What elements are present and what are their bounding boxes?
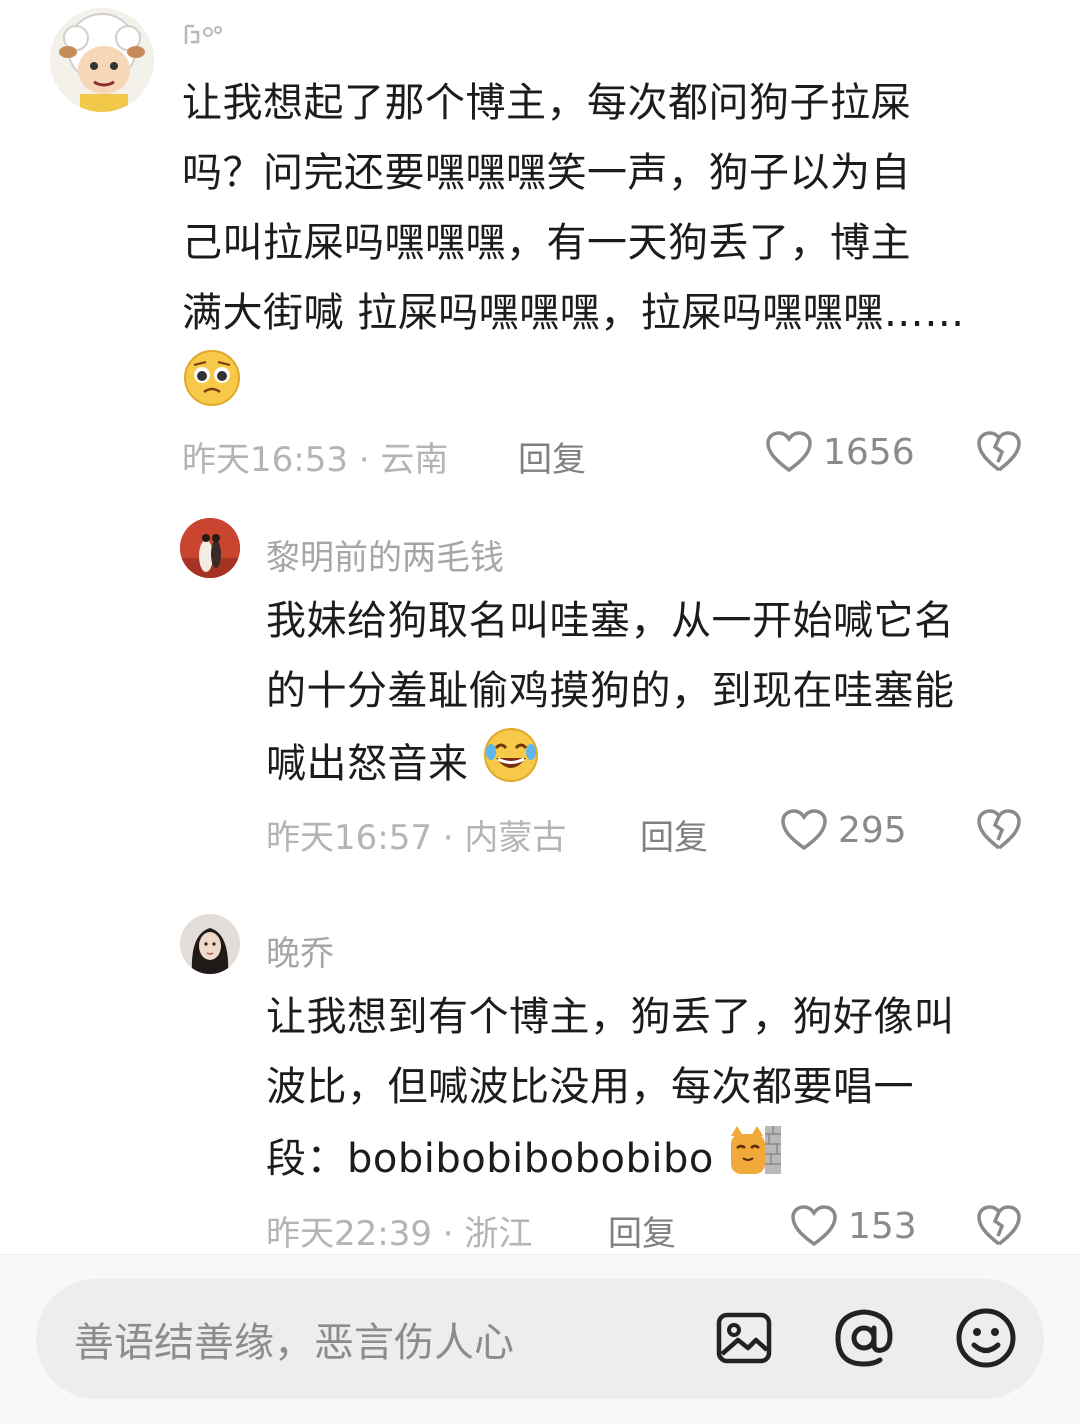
reply-button[interactable]: 回复	[640, 810, 708, 859]
comment-input-placeholder: 善语结善缘，恶言伤人心	[74, 1320, 514, 1366]
like-button[interactable]: 153	[790, 1204, 917, 1248]
like-button[interactable]: 1656	[765, 430, 915, 474]
heart-icon	[781, 809, 827, 851]
emoji-button[interactable]	[954, 1306, 1018, 1374]
comment-line: 让我想到有个博主，狗丢了，狗好像叫	[266, 994, 955, 1040]
mention-button[interactable]	[832, 1306, 896, 1374]
at-sign-icon	[835, 1309, 893, 1367]
like-button[interactable]: 295	[780, 808, 907, 852]
username[interactable]: 黎明前的两毛钱	[266, 530, 504, 579]
comment-line: 我妹给狗取名叫哇塞，从一开始喊它名	[266, 598, 955, 644]
comment-text: 我妹给狗取名叫哇塞，从一开始喊它名 的十分羞耻偷鸡摸狗的，到现在哇塞能 喊出怒音…	[266, 586, 1046, 806]
comment-text: 让我想起了那个博主，每次都问狗子拉屎 吗？问完还要嘿嘿嘿笑一声，狗子以为自 己叫…	[182, 68, 1042, 418]
avatar[interactable]	[50, 8, 154, 112]
heart-icon	[766, 431, 812, 473]
like-count: 1656	[823, 431, 915, 473]
comment-line: 满大街喊 拉屎吗嘿嘿嘿，拉屎吗嘿嘿嘿……	[182, 290, 965, 336]
avatar[interactable]	[180, 518, 240, 578]
dislike-button[interactable]	[976, 1204, 1022, 1252]
image-icon	[716, 1312, 772, 1364]
comment-line: 的十分羞耻偷鸡摸狗的，到现在哇塞能	[266, 668, 955, 714]
comment-line: 波比，但喊波比没用，每次都要唱一	[266, 1064, 914, 1110]
sheep-avatar-icon	[50, 8, 154, 112]
pleading-face-icon	[182, 348, 242, 430]
cat-peek-icon	[727, 1122, 783, 1200]
username-icon	[182, 22, 230, 52]
broken-heart-icon	[977, 431, 1021, 472]
dislike-button[interactable]	[976, 808, 1022, 856]
couple-photo-icon	[180, 518, 240, 578]
smiley-icon	[956, 1308, 1016, 1368]
broken-heart-icon	[977, 809, 1021, 850]
reply-button[interactable]: 回复	[608, 1206, 676, 1255]
comment-meta: 昨天22:39 · 浙江	[266, 1214, 533, 1254]
heart-icon	[791, 1205, 837, 1247]
comment-line: 让我想起了那个博主，每次都问狗子拉屎	[182, 80, 911, 126]
comment-line: 己叫拉屎吗嘿嘿嘿，有一天狗丢了，博主	[182, 220, 911, 266]
broken-heart-icon	[977, 1205, 1021, 1246]
comment-meta: 昨天16:53 · 云南	[182, 440, 449, 480]
username[interactable]: 晚乔	[266, 926, 334, 975]
comment-meta: 昨天16:57 · 内蒙古	[266, 818, 567, 858]
reply-button[interactable]: 回复	[518, 432, 586, 481]
like-count: 153	[848, 1205, 917, 1247]
girl-photo-icon	[180, 914, 240, 974]
comment-line: 喊出怒音来	[266, 741, 469, 787]
comment-line: 段：bobibobibobobibo	[266, 1136, 714, 1182]
comment-text: 让我想到有个博主，狗丢了，狗好像叫 波比，但喊波比没用，每次都要唱一 段：bob…	[266, 982, 1046, 1200]
dislike-button[interactable]	[976, 430, 1022, 478]
comment-line: 吗？问完还要嘿嘿嘿笑一声，狗子以为自	[182, 150, 911, 196]
like-count: 295	[838, 809, 907, 851]
image-button[interactable]	[714, 1308, 774, 1372]
laugh-cry-icon	[482, 726, 540, 806]
avatar[interactable]	[180, 914, 240, 974]
